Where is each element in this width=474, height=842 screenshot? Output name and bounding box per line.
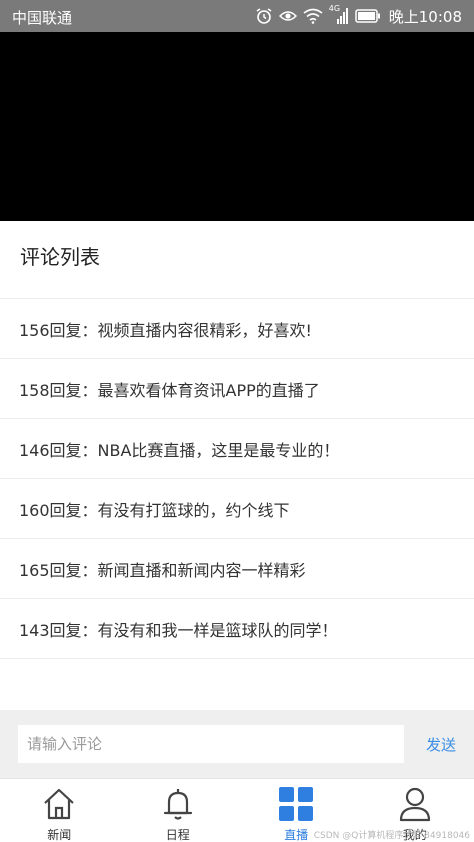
watermark: CSDN @Q计算机程序优异 84918046	[313, 831, 470, 841]
comment-item: 160回复：有没有打篮球的，约个线下	[0, 479, 474, 539]
comments-title: 评论列表	[20, 245, 100, 269]
tab-label: 新闻	[47, 828, 72, 842]
send-button[interactable]: 发送	[418, 725, 464, 763]
home-icon	[40, 786, 78, 822]
comment-text: 160回复：有没有打篮球的，约个线下	[19, 500, 290, 520]
tab-schedule[interactable]: 日程	[119, 779, 238, 842]
app-screen: 中国联通 4G 晚上10:08 评论列表 156回复：视频直播内容很精彩，好喜欢…	[0, 0, 474, 842]
signal-icon: 4G	[329, 4, 349, 25]
comment-text: 146回复：NBA比赛直播，这里是最专业的！	[19, 440, 340, 460]
battery-icon	[355, 9, 381, 23]
status-bar: 中国联通 4G 晚上10:08	[0, 0, 474, 32]
tab-label: 直播	[284, 828, 309, 842]
user-icon	[396, 786, 434, 822]
alarm-icon	[255, 7, 273, 25]
comment-text: 156回复：视频直播内容很精彩，好喜欢!	[19, 320, 312, 340]
comment-item: 143回复：有没有和我一样是篮球队的同学！	[0, 599, 474, 659]
carrier-name: 中国联通	[12, 9, 73, 27]
status-icons: 4G 晚上10:08	[255, 4, 462, 27]
comment-input[interactable]	[18, 725, 404, 763]
video-player[interactable]	[0, 32, 474, 221]
comment-input-bar: 发送	[0, 710, 474, 778]
comment-item: 156回复：视频直播内容很精彩，好喜欢!	[0, 299, 474, 359]
tab-label: 日程	[165, 828, 190, 842]
comment-item: 146回复：NBA比赛直播，这里是最专业的！	[0, 419, 474, 479]
status-time: 晚上10:08	[388, 7, 462, 26]
eye-icon	[278, 9, 297, 23]
comment-list: 156回复：视频直播内容很精彩，好喜欢! 158回复：最喜欢看体育资讯APP的直播…	[0, 298, 474, 659]
comment-item: 165回复：新闻直播和新闻内容一样精彩	[0, 539, 474, 599]
grid-icon	[277, 786, 315, 822]
comment-text: 165回复：新闻直播和新闻内容一样精彩	[19, 560, 306, 580]
comment-item: 158回复：最喜欢看体育资讯APP的直播了	[0, 359, 474, 419]
bell-icon	[159, 786, 197, 822]
wifi-icon	[303, 8, 323, 24]
comment-text: 158回复：最喜欢看体育资讯APP的直播了	[19, 380, 320, 400]
comment-text: 143回复：有没有和我一样是篮球队的同学！	[19, 620, 338, 640]
tab-news[interactable]: 新闻	[0, 779, 119, 842]
